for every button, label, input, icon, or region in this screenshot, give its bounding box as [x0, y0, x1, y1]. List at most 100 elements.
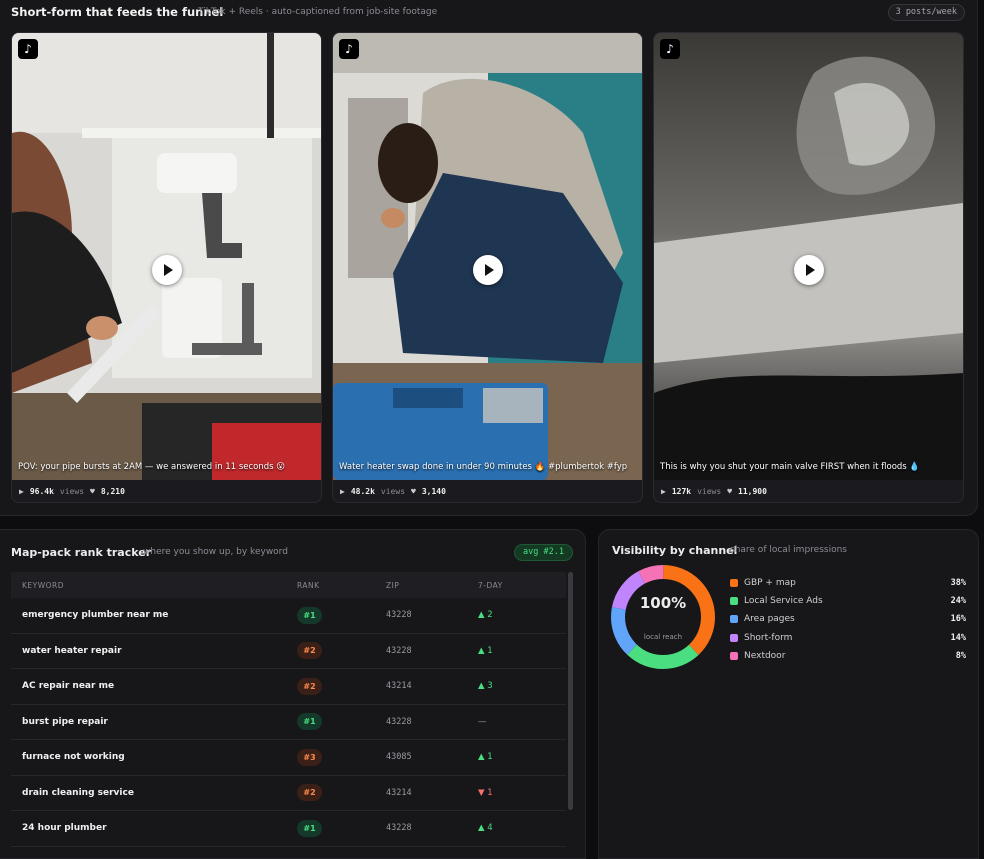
zip-cell: 43228 [386, 645, 412, 656]
legend-label: Short-form [744, 632, 793, 643]
zip-cell: 43228 [386, 610, 412, 621]
video-card[interactable]: ♪ Water heater swap done in under 90 min… [332, 32, 643, 503]
change-cell: ▲ 2 [478, 610, 493, 621]
rank-tracker-subtitle: where you show up, by keyword [143, 547, 288, 557]
visibility-subtitle: share of local impressions [730, 545, 847, 555]
zip-cell: 43214 [386, 787, 412, 798]
keyword-cell: emergency plumber near me [22, 610, 169, 621]
rank-pill: #2 [297, 677, 322, 695]
column-header-7day[interactable]: 7-DAY [478, 581, 566, 590]
legend-value: 24% [950, 596, 966, 607]
keyword-cell: AC repair near me [22, 681, 115, 692]
legend-label: Area pages [744, 614, 795, 625]
keyword-cell: water heater repair [22, 645, 122, 656]
legend-value: 14% [950, 632, 966, 643]
legend-item: Local Service Ads 24% [730, 592, 966, 610]
column-header-rank[interactable]: RANK [297, 581, 386, 590]
change-cell: ▲ 1 [478, 752, 493, 763]
video-caption: Water heater swap done in under 90 minut… [339, 462, 628, 472]
channel-donut-chart [611, 565, 715, 669]
change-cell: ▼ 1 [478, 787, 493, 798]
column-header-keyword[interactable]: KEYWORD [11, 581, 297, 590]
play-count-icon: ▶ [19, 487, 24, 496]
zip-cell: 43085 [386, 752, 412, 763]
like-count: 11,900 [738, 487, 767, 496]
change-cell: ▲ 3 [478, 681, 493, 692]
legend-swatch [730, 597, 738, 606]
change-cell: ▲ 4 [478, 823, 493, 834]
rank-pill: #1 [297, 606, 322, 624]
video-card[interactable]: ♪ POV: your pipe bursts at 2AM — we answ… [11, 32, 322, 503]
legend-swatch [730, 633, 738, 642]
table-row[interactable]: water heater repair #2 43228 ▲ 1 [11, 634, 566, 669]
views-label: views [697, 487, 722, 496]
legend-label: GBP + map [744, 578, 796, 589]
visibility-title: Visibility by channel [612, 544, 738, 557]
legend-label: Nextdoor [744, 650, 786, 661]
like-icon: ♥ [411, 487, 416, 496]
change-cell: — [478, 716, 487, 727]
rank-pill: #1 [297, 819, 322, 837]
play-count-icon: ▶ [661, 487, 666, 496]
keyword-cell: furnace not working [22, 752, 125, 763]
video-caption: This is why you shut your main valve FIR… [660, 462, 921, 472]
rank-pill: #2 [297, 784, 322, 802]
play-count-icon: ▶ [340, 487, 345, 496]
video-stats: ▶ 96.4k views ♥ 8,210 [19, 487, 125, 496]
visibility-panel: Visibility by channel share of local imp… [598, 529, 979, 859]
views-label: views [380, 487, 406, 496]
zip-cell: 43214 [386, 681, 412, 692]
table-row[interactable]: 24 hour plumber #1 43228 ▲ 4 [11, 811, 566, 847]
legend-item: Nextdoor 8% [730, 647, 966, 665]
posts-per-week-badge: 3 posts/week [887, 4, 965, 21]
like-icon: ♥ [727, 487, 733, 496]
short-form-panel: Short-form that feeds the funnel TikTok … [0, 0, 978, 516]
avg-rank-badge: avg #2.1 [514, 544, 573, 561]
legend-item: Short-form 14% [730, 629, 966, 647]
rank-pill: #1 [297, 713, 322, 731]
legend-item: GBP + map 38% [730, 574, 966, 592]
play-button[interactable] [151, 255, 182, 285]
keyword-cell: 24 hour plumber [22, 823, 107, 834]
table-row[interactable]: AC repair near me #2 43214 ▲ 3 [11, 669, 566, 705]
play-button[interactable] [472, 255, 503, 285]
change-cell: ▲ 1 [478, 645, 493, 656]
donut-center-value: 100% [639, 594, 687, 612]
like-count: 8,210 [100, 487, 125, 496]
zip-cell: 43228 [386, 823, 412, 834]
legend-swatch [730, 579, 738, 588]
rank-pill: #2 [297, 642, 322, 660]
play-button[interactable] [793, 255, 824, 285]
tiktok-icon: ♪ [339, 39, 359, 59]
views-label: views [59, 487, 85, 496]
video-card[interactable]: ♪ This is why you shut your main valve F… [653, 32, 964, 503]
table-row[interactable]: emergency plumber near me #1 43228 ▲ 2 [11, 598, 566, 634]
short-form-title: Short-form that feeds the funnel [11, 5, 224, 19]
legend-swatch [730, 615, 738, 624]
channel-legend: GBP + map 38% Local Service Ads 24% Area… [730, 574, 966, 665]
table-scrollbar[interactable] [568, 572, 573, 810]
column-header-zip[interactable]: ZIP [386, 581, 478, 590]
rank-tracker-title: Map-pack rank tracker [11, 546, 152, 559]
view-count: 127k [671, 487, 692, 496]
table-row[interactable]: burst pipe repair #1 43228 — [11, 705, 566, 740]
rank-pill: #3 [297, 748, 322, 766]
legend-value: 16% [950, 614, 966, 625]
legend-swatch [730, 651, 738, 660]
tiktok-icon: ♪ [18, 39, 38, 59]
rank-tracker-panel: Map-pack rank tracker where you show up,… [0, 529, 586, 859]
legend-value: 38% [950, 578, 966, 589]
view-count: 96.4k [29, 487, 54, 496]
keyword-cell: burst pipe repair [22, 716, 108, 727]
video-stats: ▶ 48.2k views ♥ 3,140 [340, 487, 446, 496]
table-row[interactable]: drain cleaning service #2 43214 ▼ 1 [11, 776, 566, 811]
table-row[interactable]: furnace not working #3 43085 ▲ 1 [11, 740, 566, 776]
donut-center-label: local reach [643, 633, 683, 641]
video-caption: POV: your pipe bursts at 2AM — we answer… [18, 462, 286, 472]
view-count: 48.2k [350, 487, 375, 496]
legend-item: Area pages 16% [730, 610, 966, 628]
like-icon: ♥ [90, 487, 95, 496]
tiktok-icon: ♪ [660, 39, 680, 59]
like-count: 3,140 [421, 487, 446, 496]
video-stats: ▶ 127k views ♥ 11,900 [661, 487, 767, 496]
